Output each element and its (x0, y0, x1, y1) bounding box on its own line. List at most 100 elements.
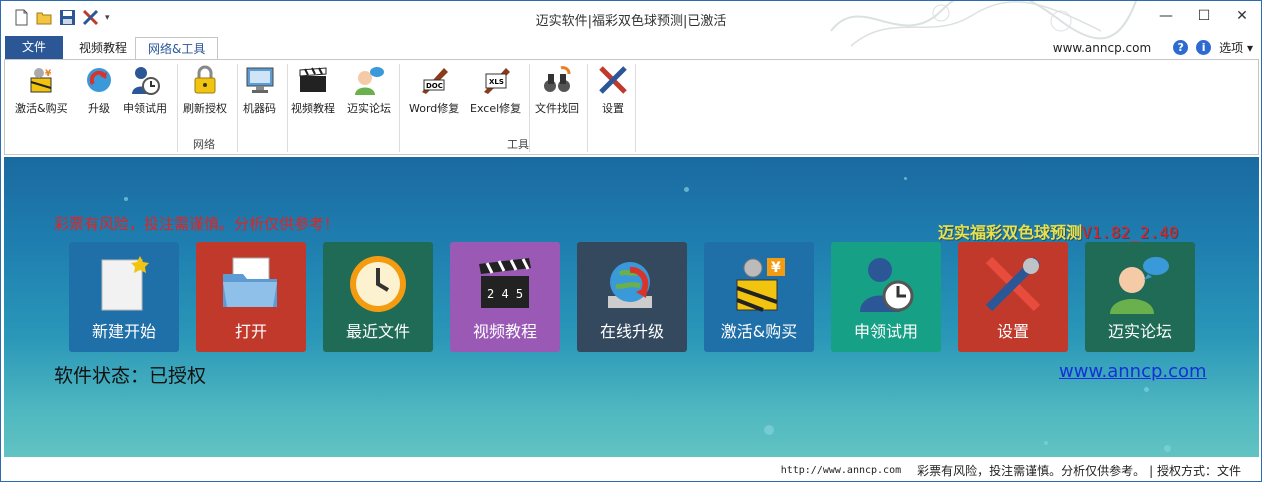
refresh-license-label: 刷新授权 (183, 102, 227, 115)
options-label: 选项 (1219, 41, 1244, 55)
file-recovery-label: 文件找回 (535, 102, 579, 115)
main-panel: 彩票有风险，投注需谨慎。分析仅供参考！ 迈实福彩双色球预测V1.82_2.40 … (4, 157, 1259, 457)
close-button[interactable]: ✕ (1223, 1, 1261, 31)
forum-button[interactable]: 迈实论坛 (347, 64, 391, 120)
ribbon-separator (237, 64, 238, 152)
tile-settings-label: 设置 (996, 322, 1029, 341)
window-controls: — ☐ ✕ (1147, 1, 1261, 31)
tile-new-start[interactable]: 新建开始 (69, 242, 179, 352)
upgrade-label: 升级 (88, 102, 110, 115)
website-link[interactable]: www.anncp.com (1059, 361, 1207, 382)
excel-repair-button[interactable]: XLS Excel修复 (470, 64, 521, 120)
minimize-button[interactable]: — (1147, 1, 1185, 31)
svg-text:XLS: XLS (489, 78, 504, 86)
tile-online-upgrade-label: 在线升级 (599, 322, 664, 341)
upgrade-button[interactable]: 升级 (83, 64, 115, 120)
group-label-network: 网络 (193, 138, 215, 151)
refresh-license-button[interactable]: 刷新授权 (183, 64, 227, 120)
globe-upgrade-icon (600, 252, 664, 316)
header-right: www.anncp.com ? i 选项 ▾ (1053, 39, 1253, 56)
app-window: ▾ 迈实软件|福彩双色球预测|已激活 — ☐ ✕ 文件 视频教程 网络&工具 w… (0, 0, 1262, 482)
machine-code-button[interactable]: 机器码 (243, 64, 276, 120)
trial-button[interactable]: 申领试用 (123, 64, 167, 120)
bubble (904, 177, 907, 180)
tile-open[interactable]: 打开 (196, 242, 306, 352)
status-url[interactable]: http://www.anncp.com (781, 465, 901, 476)
settings-label: 设置 (602, 102, 624, 115)
bubble (124, 197, 128, 201)
tile-apply-trial[interactable]: 申领试用 (831, 242, 941, 352)
activate-buy-icon: ¥ (25, 64, 57, 96)
activate-buy-button[interactable]: ¥ 激活&购买 (15, 64, 68, 120)
license-status: 软件状态：已授权 (54, 365, 207, 387)
help-icon[interactable]: ? (1173, 40, 1189, 55)
bubble (1044, 441, 1048, 445)
file-recovery-button[interactable]: 文件找回 (535, 64, 579, 120)
bubble (1144, 387, 1149, 392)
options-menu[interactable]: 选项 ▾ (1219, 39, 1253, 56)
ribbon-separator (287, 64, 288, 152)
tile-video-tutorial-label: 视频教程 (472, 322, 537, 341)
doc-icon: DOC (418, 64, 450, 96)
tile-forum-label: 迈实论坛 (1107, 322, 1172, 341)
bubble (684, 187, 689, 192)
tile-activate-buy[interactable]: ¥ 激活&购买 (704, 242, 814, 352)
settings-icon (597, 64, 629, 96)
clapper-icon: 2 4 5 (473, 252, 537, 316)
activate-buy-icon: ¥ (727, 252, 791, 316)
bubble (1164, 445, 1171, 452)
info-icon[interactable]: i (1196, 40, 1212, 55)
forum-icon (353, 64, 385, 96)
tile-new-start-label: 新建开始 (91, 322, 156, 341)
tile-settings[interactable]: 设置 (958, 242, 1068, 352)
tile-recent-files[interactable]: 最近文件 (323, 242, 433, 352)
xls-icon: XLS (480, 64, 512, 96)
ribbon-separator (529, 64, 530, 152)
status-bar: http://www.anncp.com 彩票有风险，投注需谨慎。分析仅供参考。… (1, 458, 1261, 481)
new-document-icon (92, 252, 156, 316)
title-bar: ▾ 迈实软件|福彩双色球预测|已激活 — ☐ ✕ (1, 1, 1261, 47)
forum-icon (1108, 252, 1172, 316)
tile-forum[interactable]: 迈实论坛 (1085, 242, 1195, 352)
brand-name: 迈实福彩双色球预测 (938, 223, 1083, 242)
tile-video-tutorial[interactable]: 2 4 5 视频教程 (450, 242, 560, 352)
clapper-icon (297, 64, 329, 96)
group-label-tools: 工具 (507, 138, 529, 151)
settings-icon (981, 252, 1045, 316)
open-folder-icon (219, 252, 283, 316)
trial-icon (129, 64, 161, 96)
lock-icon (189, 64, 221, 96)
trial-icon (854, 252, 918, 316)
product-brand: 迈实福彩双色球预测V1.82_2.40 (938, 219, 1178, 243)
svg-text:DOC: DOC (426, 82, 443, 90)
upgrade-icon (83, 64, 115, 96)
status-note: 彩票有风险，投注需谨慎。分析仅供参考。 (917, 463, 1146, 478)
machine-code-label: 机器码 (243, 102, 276, 115)
tile-recent-files-label: 最近文件 (345, 322, 410, 341)
ribbon-tab-bar: 文件 视频教程 网络&工具 www.anncp.com ? i 选项 ▾ (1, 35, 1261, 60)
video-tutorial-label: 视频教程 (291, 102, 335, 115)
ribbon-separator (399, 64, 400, 152)
tile-open-label: 打开 (234, 322, 267, 341)
word-repair-button[interactable]: DOC Word修复 (409, 64, 459, 120)
tab-video-tutorial[interactable]: 视频教程 (67, 37, 139, 59)
trial-label: 申领试用 (123, 102, 167, 115)
risk-warning: 彩票有风险，投注需谨慎。分析仅供参考！ (54, 215, 340, 233)
ribbon-separator (587, 64, 588, 152)
forum-label: 迈实论坛 (347, 102, 391, 115)
site-label[interactable]: www.anncp.com (1053, 41, 1151, 55)
excel-repair-label: Excel修复 (470, 102, 522, 115)
tile-online-upgrade[interactable]: 在线升级 (577, 242, 687, 352)
clock-icon (346, 252, 410, 316)
video-tutorial-button[interactable]: 视频教程 (291, 64, 335, 120)
settings-button[interactable]: 设置 (597, 64, 629, 120)
tile-activate-buy-label: 激活&购买 (720, 322, 798, 341)
tab-network-tools[interactable]: 网络&工具 (135, 37, 219, 60)
activate-buy-label: 激活&购买 (15, 102, 68, 115)
binoculars-icon (541, 64, 573, 96)
svg-text:¥: ¥ (771, 260, 781, 276)
maximize-button[interactable]: ☐ (1185, 1, 1223, 31)
ribbon-panel: ¥ 激活&购买 升级 申领试用 刷新授权 机器码 视频教程 迈实论坛 网络 DO… (4, 59, 1259, 155)
tab-file[interactable]: 文件 (5, 36, 63, 59)
status-auth: | 授权方式：文件 (1149, 463, 1241, 478)
